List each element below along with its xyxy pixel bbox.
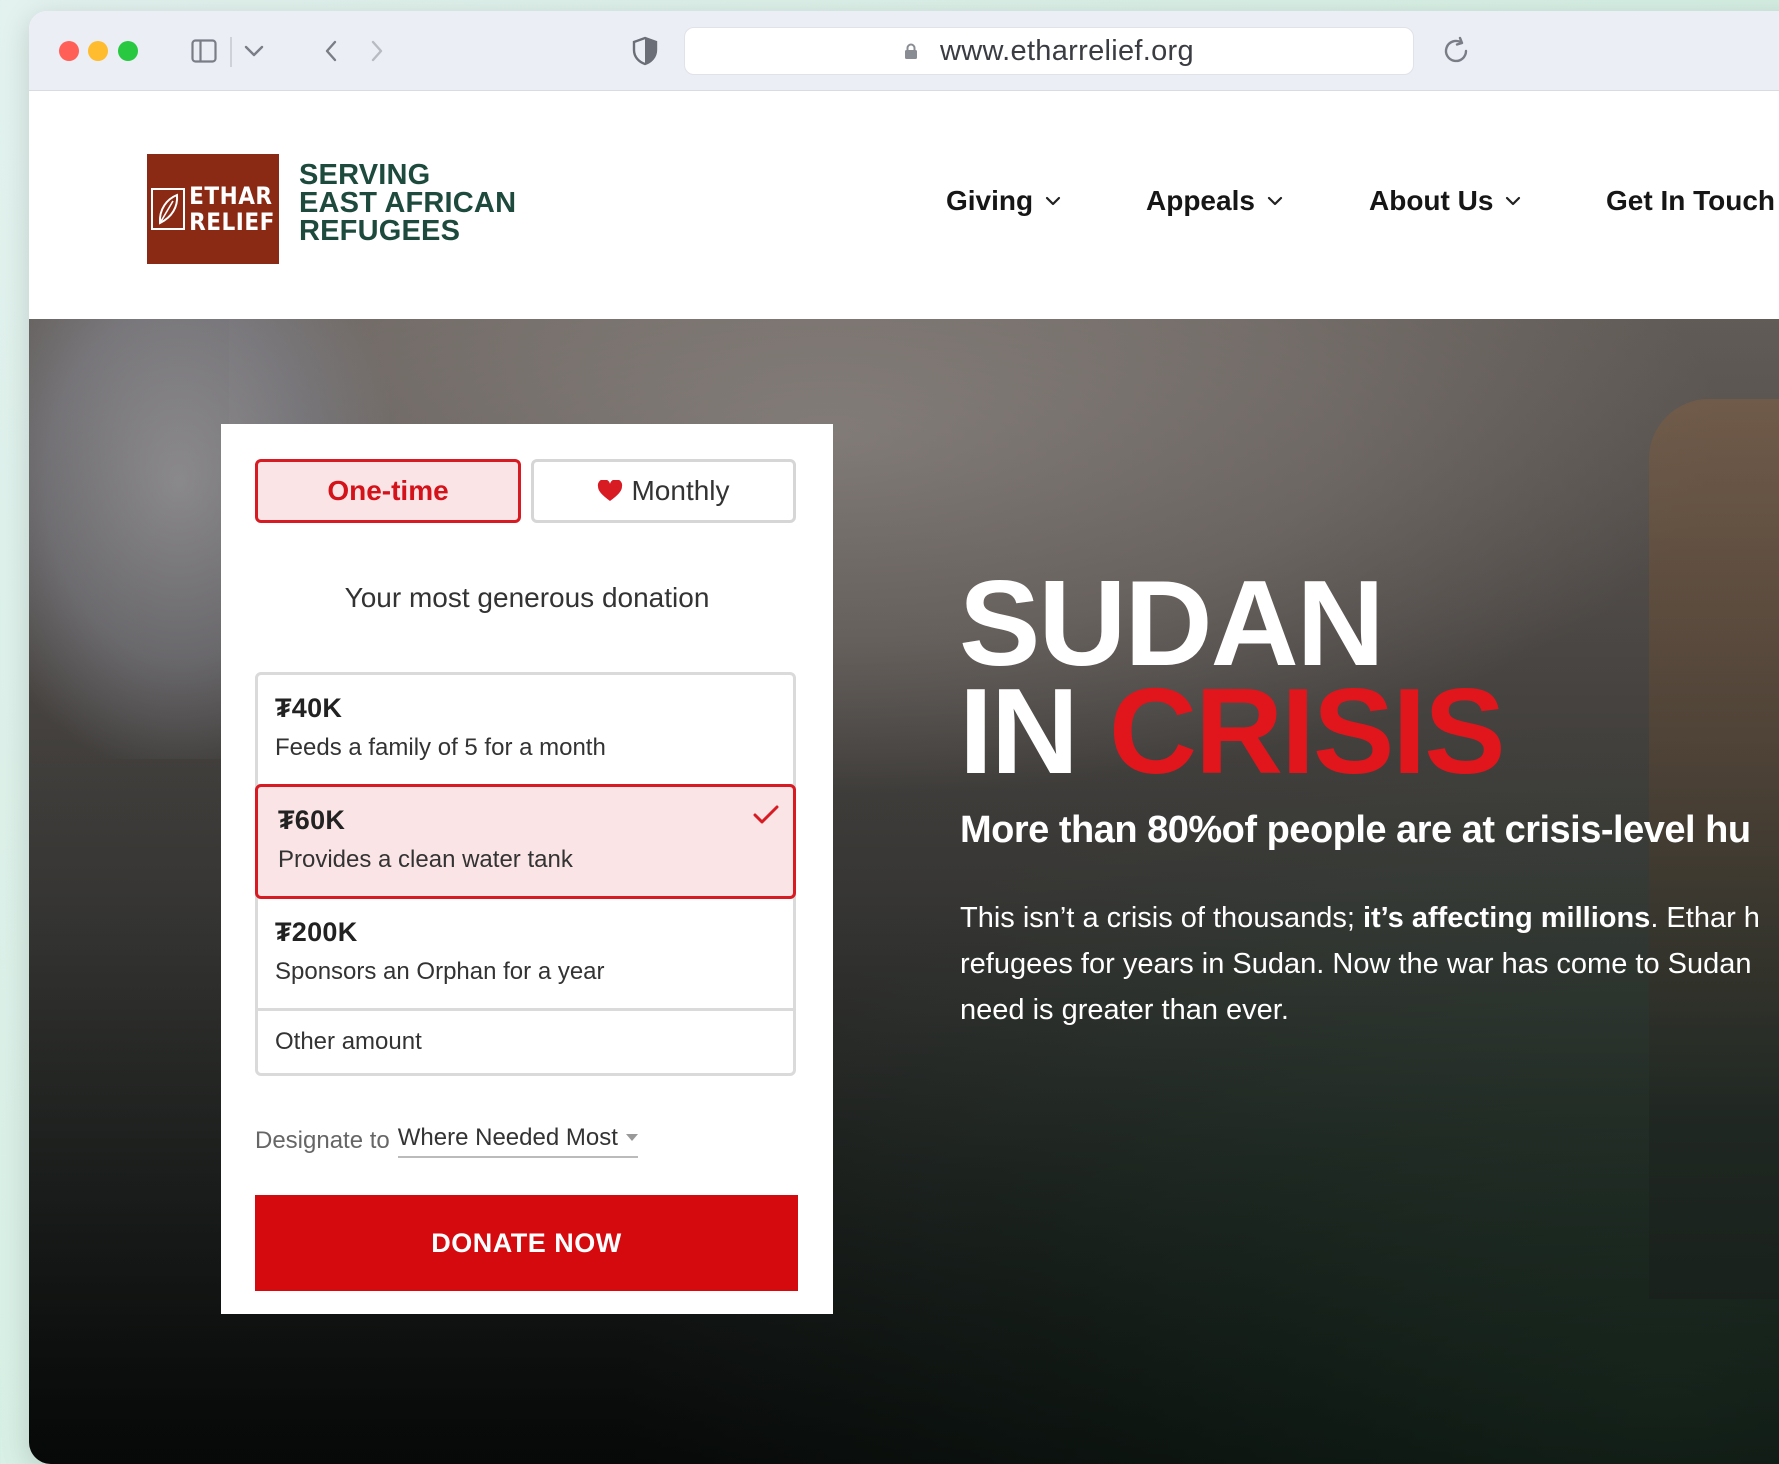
other-amount-placeholder: Other amount [275, 1028, 422, 1055]
nav-about-us-label: About Us [1369, 185, 1494, 216]
chevron-down-icon [1267, 196, 1283, 206]
chevron-down-icon [1045, 196, 1061, 206]
url-text: www.etharrelief.org [940, 34, 1194, 67]
hero-body-line-3: need is greater than ever. [960, 994, 1289, 1026]
amount-value: ₮60K [278, 805, 346, 835]
site-header: ETHAR RELIEF SERVING EAST AFRICAN REFUGE… [29, 91, 1779, 319]
hero-body-text: This isn’t a crisis of thousands; [960, 902, 1363, 934]
sidebar-icon[interactable] [189, 35, 219, 67]
amount-option-60k[interactable]: ₮60K Provides a clean water tank [255, 784, 796, 899]
hero-body-emphasis: it’s affecting millions [1362, 902, 1651, 934]
amount-options: ₮40K Feeds a family of 5 for a month ₮60… [255, 672, 796, 1076]
tagline-line-3: REFUGEES [299, 215, 461, 247]
donation-heading: Your most generous donation [344, 582, 710, 613]
maximize-window-button[interactable] [118, 41, 138, 61]
hero-title-in: IN [959, 663, 1079, 799]
forward-icon[interactable] [365, 35, 389, 67]
hero-title: SUDAN IN CRISIS [959, 555, 1506, 792]
donate-now-button[interactable]: DONATE NOW [255, 1195, 798, 1291]
check-icon [753, 805, 779, 825]
hero-body-text: . Ethar h [1650, 902, 1760, 934]
lock-icon [904, 43, 918, 59]
nav-get-in-touch[interactable]: Get In Touch [1606, 181, 1775, 221]
toolbar-divider [230, 37, 232, 67]
chevron-down-icon[interactable] [239, 35, 269, 67]
hero-body: This isn’t a crisis of thousands; it’s a… [960, 895, 1779, 1033]
designation-row: Designate to Where Needed Most [255, 1124, 638, 1158]
hero-title-crisis: CRISIS [1108, 663, 1506, 799]
chevron-down-icon [1505, 196, 1521, 206]
tagline-line-1: SERVING [299, 159, 431, 191]
site-tagline: SERVING EAST AFRICAN REFUGEES [299, 159, 517, 247]
designate-label: Designate to [255, 1127, 390, 1154]
designation-value: Where Needed Most [397, 1124, 618, 1151]
one-time-toggle[interactable]: One-time [255, 459, 521, 523]
leaf-icon [151, 185, 186, 233]
nav-giving[interactable]: Giving [946, 181, 1061, 221]
browser-window: www.etharrelief.org ETHAR RELIEF SERVING… [29, 11, 1779, 1464]
other-amount-input[interactable]: Other amount [258, 1011, 793, 1073]
hero-subtitle: More than 80%of people are at crisis-lev… [960, 809, 1751, 851]
hero-title-line-1: SUDAN [959, 555, 1385, 691]
one-time-label: One-time [327, 475, 449, 506]
tagline-line-2: EAST AFRICAN [299, 187, 517, 219]
reload-icon[interactable] [1439, 35, 1473, 67]
designation-select[interactable]: Where Needed Most [397, 1124, 638, 1158]
monthly-label: Monthly [631, 475, 730, 506]
nav-giving-label: Giving [946, 185, 1034, 216]
shield-icon[interactable] [629, 35, 661, 67]
back-icon[interactable] [319, 35, 343, 67]
minimize-window-button[interactable] [88, 41, 108, 61]
amount-description: Sponsors an Orphan for a year [275, 958, 605, 985]
logo-line-1: ETHAR [189, 182, 273, 210]
hero-body-line-2: refugees for years in Sudan. Now the war… [960, 948, 1752, 980]
donate-now-label: DONATE NOW [431, 1227, 622, 1258]
nav-appeals-label: Appeals [1146, 185, 1255, 216]
caret-down-icon [625, 1134, 638, 1142]
close-window-button[interactable] [59, 41, 79, 61]
donation-card: One-time Monthly Your most generous dona… [221, 424, 833, 1314]
ethar-relief-logo[interactable]: ETHAR RELIEF [147, 154, 279, 264]
nav-get-in-touch-label: Get In Touch [1606, 185, 1776, 216]
amount-option-200k[interactable]: ₮200K Sponsors an Orphan for a year [258, 899, 793, 1011]
amount-description: Provides a clean water tank [278, 846, 573, 873]
nav-about-us[interactable]: About Us [1369, 181, 1521, 221]
heart-icon [597, 480, 623, 502]
amount-value: ₮40K [275, 693, 343, 723]
browser-toolbar: www.etharrelief.org [29, 11, 1779, 91]
amount-option-40k[interactable]: ₮40K Feeds a family of 5 for a month [258, 675, 793, 787]
address-bar[interactable]: www.etharrelief.org [684, 27, 1414, 75]
monthly-toggle[interactable]: Monthly [531, 459, 796, 523]
amount-value: ₮200K [275, 917, 358, 947]
amount-description: Feeds a family of 5 for a month [275, 734, 606, 761]
logo-line-2: RELIEF [189, 208, 275, 236]
nav-appeals[interactable]: Appeals [1146, 181, 1283, 221]
